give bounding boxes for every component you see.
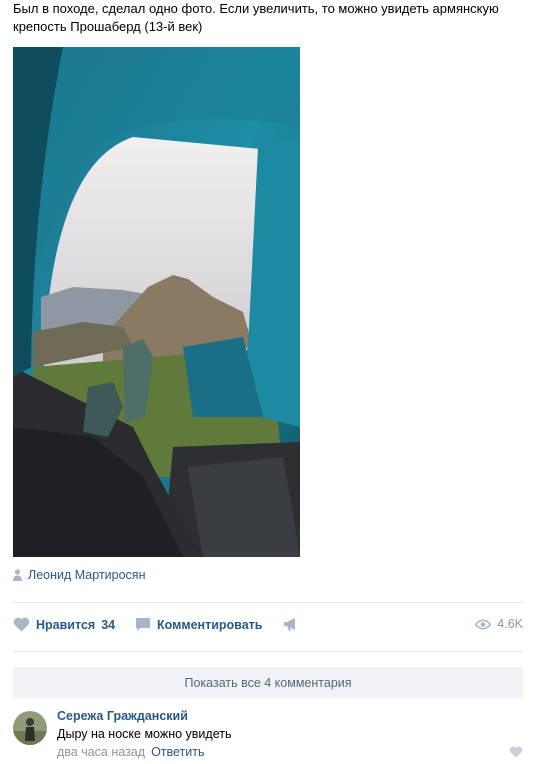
comment-author[interactable]: Сережа Гражданский <box>57 709 188 723</box>
eye-icon <box>475 618 492 630</box>
comment-text: Дыру на носке можно увидеть <box>57 727 232 741</box>
divider <box>13 651 523 652</box>
post-photo[interactable] <box>13 47 300 557</box>
comment-like-icon[interactable] <box>509 746 523 758</box>
comment-meta: два часа назад Ответить <box>57 745 205 759</box>
divider <box>13 602 523 603</box>
like-count: 34 <box>101 617 116 632</box>
person-pin-icon <box>13 569 22 581</box>
comment-label: Комментировать <box>157 617 263 632</box>
like-label: Нравится <box>36 617 96 632</box>
views-count: 4.6K <box>497 617 523 631</box>
views-counter: 4.6K <box>475 617 523 631</box>
avatar-photo <box>13 711 47 745</box>
comment-button[interactable]: Комментировать <box>135 617 262 632</box>
reply-button[interactable]: Ответить <box>151 745 204 759</box>
post-text: Был в походе, сделал одно фото. Если уве… <box>13 1 499 34</box>
share-button[interactable] <box>283 617 299 632</box>
megaphone-icon <box>284 618 295 631</box>
avatar[interactable] <box>13 711 47 745</box>
tent-mountain-photo <box>13 47 300 557</box>
photo-author[interactable]: Леонид Мартиросян <box>13 568 145 582</box>
post-actions: Нравится 34 Комментировать 4.6K <box>13 617 523 637</box>
heart-icon <box>13 617 30 632</box>
comment-time[interactable]: два часа назад <box>57 745 145 759</box>
photo-author-name[interactable]: Леонид Мартиросян <box>28 568 145 582</box>
show-all-comments-button[interactable]: Показать все 4 комментария <box>13 667 523 698</box>
like-button[interactable]: Нравится 34 <box>13 617 115 632</box>
comment-bubble-icon <box>136 618 150 631</box>
